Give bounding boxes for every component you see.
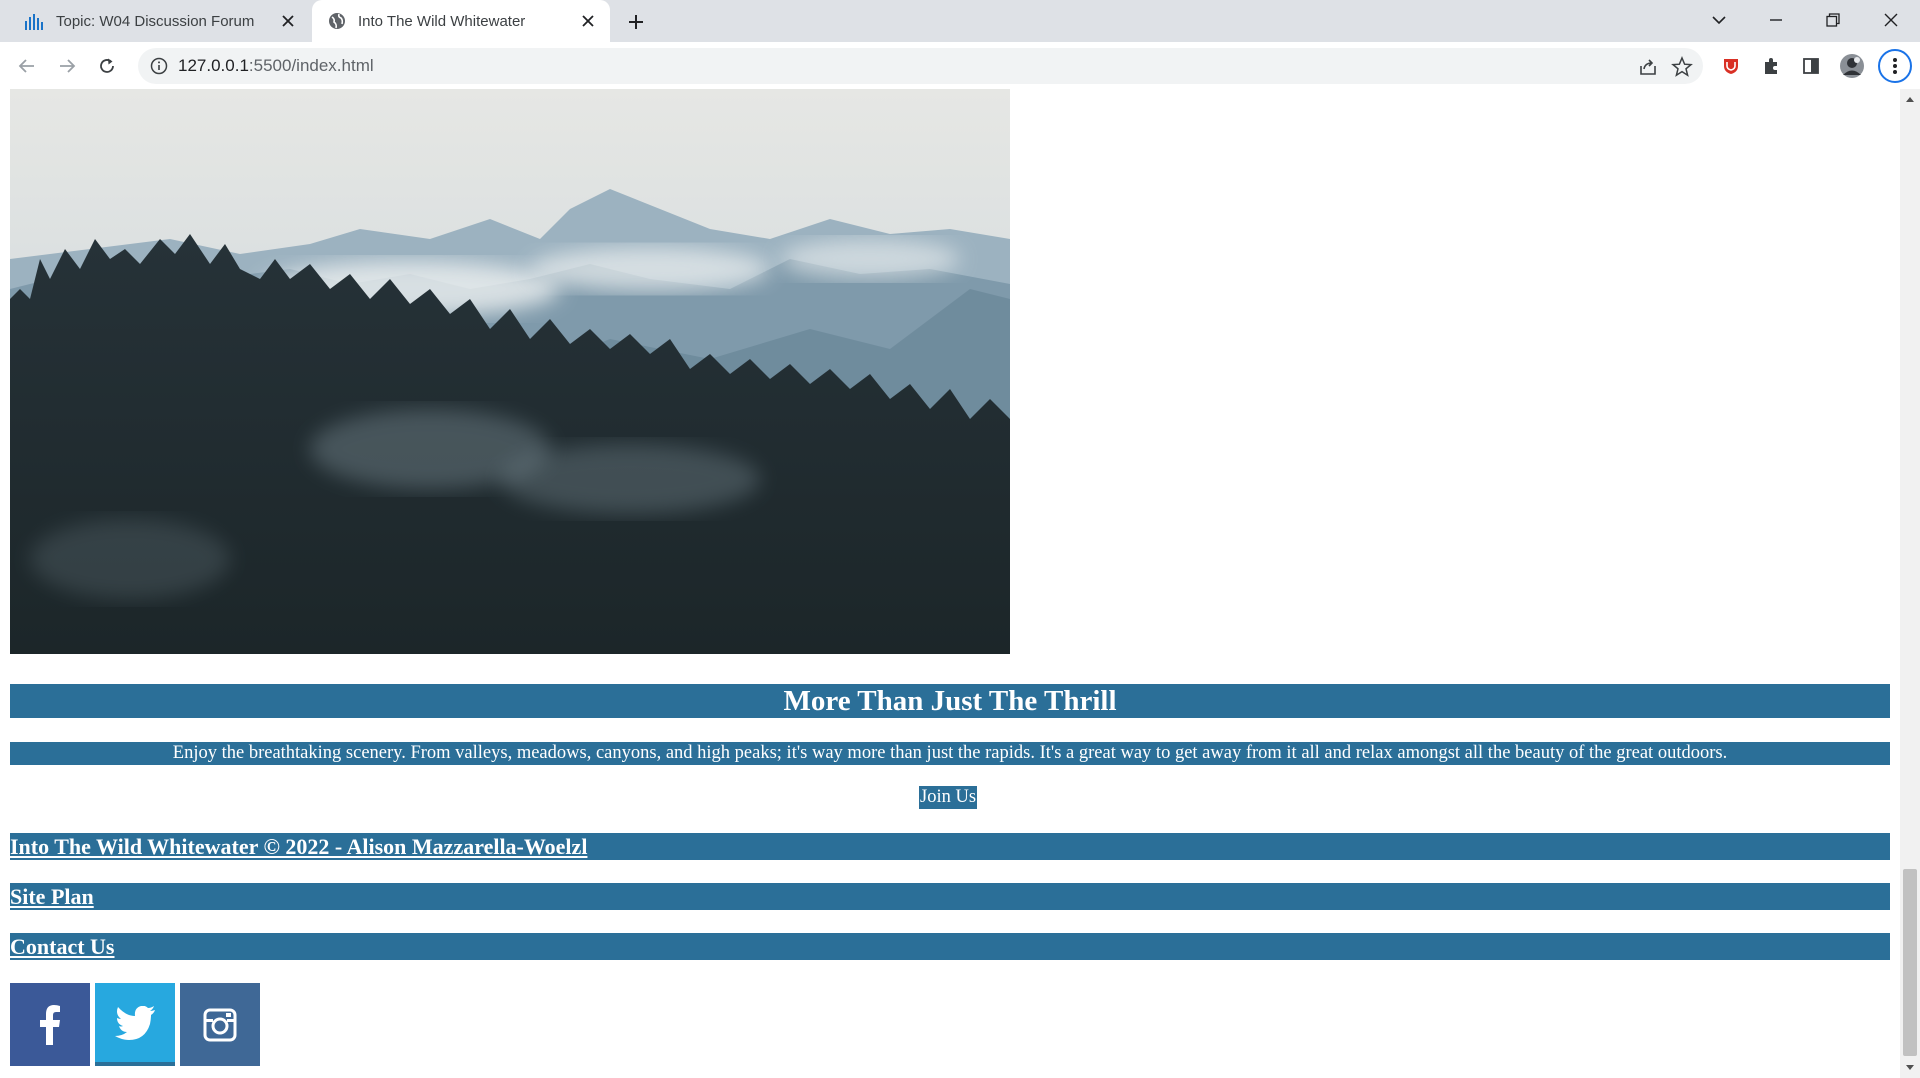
tab-discussion-forum[interactable]: Topic: W04 Discussion Forum (0, 0, 310, 42)
back-button[interactable] (13, 52, 41, 80)
section-heading: More Than Just The Thrill (10, 684, 1890, 718)
side-panel-icon (1803, 58, 1819, 74)
tab-into-the-wild[interactable]: Into The Wild Whitewater (312, 0, 610, 42)
instagram-link[interactable] (180, 983, 260, 1066)
more-vert-icon (1893, 58, 1897, 74)
side-panel-button[interactable] (1797, 52, 1825, 80)
profile-button[interactable] (1838, 52, 1866, 80)
site-plan-link[interactable]: Site Plan (10, 883, 1890, 910)
url-text[interactable]: 127.0.0.1:5500/index.html (178, 56, 374, 76)
reload-icon (100, 58, 114, 73)
close-icon (1884, 13, 1898, 27)
minimize-icon (1770, 19, 1782, 21)
footer-copyright-link[interactable]: Into The Wild Whitewater © 2022 - Alison… (10, 833, 1890, 860)
forward-button[interactable] (53, 52, 81, 80)
browser-toolbar: 127.0.0.1:5500/index.html (0, 42, 1920, 90)
info-icon[interactable] (150, 57, 168, 75)
scroll-thumb[interactable] (1903, 869, 1917, 1056)
restore-button[interactable] (1818, 6, 1848, 34)
mountain-forest-image (10, 89, 1010, 654)
arrow-right-icon (60, 59, 76, 73)
url-path: :5500/index.html (248, 56, 374, 75)
extensions-button[interactable] (1757, 52, 1785, 80)
close-icon[interactable] (578, 11, 598, 31)
section-paragraph: Enjoy the breathtaking scenery. From val… (10, 742, 1890, 765)
page-viewport: More Than Just The Thrill Enjoy the brea… (0, 89, 1900, 1078)
share-icon[interactable] (1637, 56, 1659, 78)
tab-strip: Topic: W04 Discussion Forum Into The Wil… (0, 0, 1920, 42)
tab-label: Into The Wild Whitewater (358, 12, 526, 30)
reload-button[interactable] (93, 52, 121, 80)
tab-search-button[interactable] (1704, 6, 1734, 34)
page-scrollbar[interactable] (1900, 89, 1920, 1078)
facebook-icon (40, 1004, 60, 1045)
globe-icon (326, 11, 348, 31)
scroll-up-arrow-icon[interactable] (1906, 97, 1914, 102)
new-tab-button[interactable] (624, 10, 648, 34)
twitter-link[interactable] (95, 983, 175, 1066)
close-window-button[interactable] (1876, 6, 1906, 34)
address-bar[interactable]: 127.0.0.1:5500/index.html (138, 48, 1703, 84)
close-icon[interactable] (278, 11, 298, 31)
shield-icon (1724, 59, 1738, 74)
avatar (1840, 54, 1864, 78)
star-icon[interactable] (1671, 56, 1693, 78)
restore-icon (1826, 13, 1840, 27)
facebook-link[interactable] (10, 983, 90, 1066)
tab-label: Topic: W04 Discussion Forum (56, 12, 255, 30)
hero-image (10, 89, 1010, 654)
instagram-icon (203, 1008, 237, 1041)
extension-shield-button[interactable] (1717, 52, 1745, 80)
twitter-icon (115, 1005, 155, 1040)
chevron-down-icon (1712, 16, 1726, 25)
puzzle-icon (1765, 58, 1777, 74)
url-host: 127.0.0.1 (178, 56, 249, 75)
minimize-button[interactable] (1761, 6, 1791, 34)
plus-icon (629, 15, 643, 29)
join-us-link[interactable]: Join Us (919, 786, 978, 809)
contact-us-link[interactable]: Contact Us (10, 933, 1890, 960)
arrow-left-icon (18, 59, 34, 73)
chrome-menu-button[interactable] (1878, 49, 1912, 83)
scroll-down-arrow-icon[interactable] (1906, 1065, 1914, 1070)
bar-chart-icon (24, 11, 46, 31)
